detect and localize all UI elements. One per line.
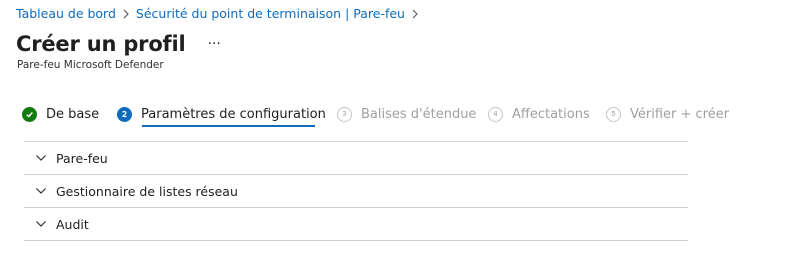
step-basics-label: De base [46, 106, 100, 122]
step-configuration-settings-label: Paramètres de configuration [141, 106, 326, 122]
accordion-audit[interactable]: Audit [24, 208, 688, 241]
chevron-down-icon [35, 154, 47, 162]
step-scope-tags-label: Balises d'étendue [361, 106, 477, 122]
active-step-underline [142, 125, 315, 127]
step-review-create[interactable]: 5 Vérifier + créer [606, 104, 729, 124]
step-number-5: 5 [606, 106, 621, 122]
breadcrumb: Tableau de bord Sécurité du point de ter… [16, 6, 425, 21]
accordion-audit-label: Audit [56, 216, 89, 232]
accordion-firewall-label: Pare-feu [56, 150, 108, 166]
more-options-button[interactable]: ... [207, 33, 220, 47]
breadcrumb-link-dashboard[interactable]: Tableau de bord [16, 6, 116, 21]
step-number-2: 2 [117, 106, 132, 122]
step-configuration-settings[interactable]: 2 Paramètres de configuration [117, 104, 326, 124]
accordion-network-list-manager-label: Gestionnaire de listes réseau [56, 183, 238, 199]
page-subtitle: Pare-feu Microsoft Defender [17, 59, 164, 71]
step-number-3: 3 [337, 106, 352, 122]
chevron-down-icon [35, 220, 47, 228]
step-scope-tags[interactable]: 3 Balises d'étendue [337, 104, 476, 124]
chevron-right-icon [122, 9, 130, 19]
checkmark-icon [22, 106, 37, 122]
settings-accordion: Pare-feu Gestionnaire de listes réseau A… [24, 141, 688, 241]
step-review-create-label: Vérifier + créer [630, 106, 730, 122]
page-title: Créer un profil [16, 32, 186, 56]
title-row: Créer un profil ... [16, 32, 221, 56]
chevron-down-icon [35, 187, 47, 195]
wizard-steps: De base 2 Paramètres de configuration 3 … [0, 104, 800, 127]
step-number-4: 4 [488, 106, 503, 122]
accordion-firewall[interactable]: Pare-feu [24, 142, 688, 175]
step-assignments-label: Affectations [512, 106, 590, 122]
step-basics[interactable]: De base [22, 104, 99, 124]
chevron-right-icon [411, 9, 419, 19]
breadcrumb-link-endpoint-security[interactable]: Sécurité du point de terminaison | Pare-… [136, 6, 405, 21]
accordion-network-list-manager[interactable]: Gestionnaire de listes réseau [24, 175, 688, 208]
step-assignments[interactable]: 4 Affectations [488, 104, 590, 124]
